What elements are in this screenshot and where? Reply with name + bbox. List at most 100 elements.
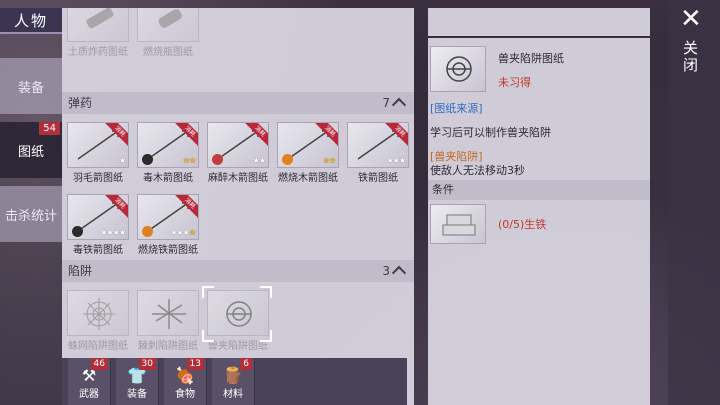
detail-panel: 兽夹陷阱图纸 未习得 [图纸来源] 学习后可以制作兽夹陷阱 [兽夹陷阱] 使敌人… (428, 8, 650, 405)
chevron-up-icon[interactable] (391, 97, 407, 112)
detail-description: 学习后可以制作兽夹陷阱 (430, 126, 551, 139)
blueprint-label: 土质炸药图纸 (68, 47, 128, 58)
blueprint-card (67, 8, 129, 42)
category-label: 装备 (127, 389, 147, 400)
blueprint-item[interactable]: 土质炸药图纸 (66, 8, 130, 58)
blueprint-label: 铁箭图纸 (358, 173, 398, 184)
close-icon[interactable]: ✕ (680, 6, 702, 32)
star-rating: ★★★ (386, 156, 406, 165)
category-tab[interactable]: 🍖 食物 13 (164, 358, 207, 405)
iron-ingot-icon (442, 214, 476, 236)
blueprint-label: 羽毛箭图纸 (73, 173, 123, 184)
blueprint-card (137, 290, 199, 336)
category-label: 食物 (175, 389, 195, 400)
detail-header-bar (428, 8, 650, 36)
section-header-ammo[interactable]: 弹药 7 (62, 92, 414, 114)
star-empty-icon: ★ (118, 228, 126, 237)
blueprint-item[interactable]: 消耗 ★★ 麻醉木箭图纸 (206, 122, 270, 184)
blueprint-item[interactable]: 消耗 ★★ 毒木箭图纸 (136, 122, 200, 184)
explosive-icon (86, 8, 114, 29)
side-tab-label: 装备 (17, 80, 44, 96)
selection-frame (202, 286, 272, 342)
blueprint-label: 麻醉木箭图纸 (208, 173, 268, 184)
section-header-traps[interactable]: 陷阱 3 (62, 260, 414, 282)
fire-element-icon (142, 226, 153, 237)
count-badge: 6 (240, 358, 252, 370)
star-rating: ★★ (253, 156, 266, 165)
blueprint-item[interactable]: 蛛网陷阱图纸 (66, 290, 130, 352)
star-gold-icon: ★ (328, 156, 336, 165)
blueprint-item[interactable]: 棘刺陷阱图纸 (136, 290, 200, 352)
blueprint-label: 毒木箭图纸 (143, 173, 193, 184)
material-card[interactable] (430, 204, 486, 244)
blueprint-label: 燃烧铁箭图纸 (138, 245, 198, 256)
spiderweb-icon (83, 298, 115, 330)
side-tab-label: 图纸 (17, 144, 44, 160)
count-badge: 13 (186, 358, 204, 370)
star-empty-icon: ★ (258, 156, 266, 165)
star-rating: ★★★★ (170, 228, 196, 237)
sleep-element-icon (212, 154, 223, 165)
beartrap-icon (446, 56, 472, 82)
section-count: 7 (382, 92, 407, 114)
blueprint-card: 消耗 ★★★ (347, 122, 409, 168)
poison-element-icon (142, 154, 153, 165)
blueprint-card (137, 8, 199, 42)
poison-element-icon (72, 226, 83, 237)
material-requirement: (0/5)生铁 (498, 218, 547, 231)
blueprint-item[interactable]: 消耗 ★ 羽毛箭图纸 (66, 122, 130, 184)
star-empty-icon: ★ (398, 156, 406, 165)
category-bar: ⚒ 武器 46 👕 装备 30 🍖 食物 13 🪵 材料 6 (62, 358, 407, 405)
blueprint-item[interactable]: 消耗 ★★ 燃烧木箭图纸 (276, 122, 340, 184)
side-tab-blueprints[interactable]: 图纸 54 (0, 122, 62, 178)
star-gold-icon: ★ (188, 156, 196, 165)
section-count: 3 (382, 260, 407, 282)
star-rating: ★ (118, 156, 126, 165)
blueprint-card: 消耗 ★★ (137, 122, 199, 168)
thorn-icon (152, 299, 186, 329)
detail-body: 兽夹陷阱图纸 未习得 [图纸来源] 学习后可以制作兽夹陷阱 [兽夹陷阱] 使敌人… (428, 38, 650, 405)
close-label[interactable]: 关闭 (683, 40, 699, 74)
star-empty-icon: ★ (118, 156, 126, 165)
blueprint-card (67, 290, 129, 336)
detail-status: 未习得 (498, 76, 531, 89)
blueprint-label: 燃烧木箭图纸 (278, 173, 338, 184)
blueprint-label: 毒铁箭图纸 (73, 245, 123, 256)
side-tab-label: 击杀统计 (4, 208, 57, 224)
detail-blueprint-card (430, 46, 486, 92)
blueprint-label: 棘刺陷阱图纸 (138, 341, 198, 352)
blueprint-item[interactable]: 消耗 ★★★★ 毒铁箭图纸 (66, 194, 130, 256)
blueprint-label: 蛛网陷阱图纸 (68, 341, 128, 352)
blueprint-label: 燃烧瓶图纸 (143, 47, 193, 58)
detail-name: 兽夹陷阱图纸 (498, 52, 564, 65)
blueprint-item[interactable]: 消耗 ★★★★ 燃烧铁箭图纸 (136, 194, 200, 256)
star-rating: ★★ (323, 156, 336, 165)
category-tab[interactable]: ⚒ 武器 46 (68, 358, 111, 405)
category-tab[interactable]: 👕 装备 30 (116, 358, 159, 405)
conditions-header: 条件 (428, 180, 650, 200)
section-title: 陷阱 (68, 264, 93, 278)
fire-element-icon (282, 154, 293, 165)
count-badge: 54 (39, 122, 60, 135)
bottle-icon (158, 9, 182, 28)
count-badge: 46 (90, 358, 108, 370)
blueprint-card: 消耗 ★★★★ (137, 194, 199, 240)
chevron-up-icon[interactable] (391, 265, 407, 280)
star-rating: ★★ (183, 156, 196, 165)
star-rating: ★★★★ (100, 228, 126, 237)
blueprint-item[interactable]: 燃烧瓶图纸 (136, 8, 200, 58)
side-tab-kill-stats[interactable]: 击杀统计 (0, 186, 62, 242)
blueprint-item[interactable]: 消耗 ★★★ 铁箭图纸 (346, 122, 410, 184)
category-label: 材料 (223, 389, 243, 400)
section-title: 弹药 (68, 96, 93, 110)
detail-effect: 使敌人无法移动3秒 (430, 164, 525, 177)
blueprint-card: 消耗 ★ (67, 122, 129, 168)
count-badge: 30 (138, 358, 156, 370)
blueprint-source-link[interactable]: [图纸来源] (430, 100, 483, 116)
category-label: 武器 (79, 389, 99, 400)
category-tab[interactable]: 🪵 材料 6 (212, 358, 255, 405)
side-tab-equipment[interactable]: 装备 (0, 58, 62, 114)
blueprint-card: 消耗 ★★ (207, 122, 269, 168)
side-tab-list: 装备 图纸 54 击杀统计 (0, 58, 62, 250)
blueprint-list-panel[interactable]: 土质炸药图纸 燃烧瓶图纸 弹药 7 陷阱 3 蛛网陷阱图纸 棘刺陷阱图纸 兽夹陷… (62, 8, 414, 405)
